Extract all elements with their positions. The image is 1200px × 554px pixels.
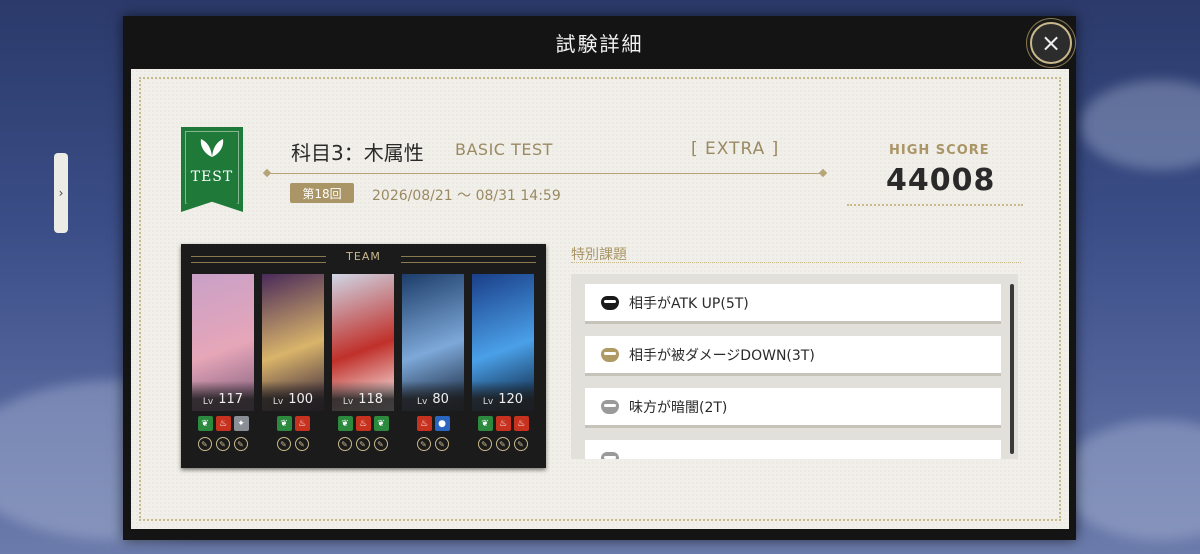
background-cloud (1060, 420, 1200, 540)
level-value: 80 (432, 392, 449, 407)
member-magic-slots: ✎ ✎ ✎ (197, 437, 248, 451)
team-member-card[interactable]: Lv 120 (472, 274, 534, 411)
side-expand-tab[interactable]: › (54, 153, 68, 233)
special-tasks-label: 特別課題 (571, 247, 627, 263)
member-magic-slots: ✎ ✎ (416, 437, 449, 451)
special-task-text: 相手がATK UP(5T) (629, 295, 749, 312)
element-icon: ♨ (215, 416, 231, 431)
member-magic-slots: ✎ ✎ ✎ (477, 437, 528, 451)
magic-pen-icon: ✎ (294, 437, 309, 451)
modal-title: 試験詳細 (555, 32, 644, 56)
member-level: Lv 120 (472, 381, 534, 411)
subject-subtitle: BASIC TEST (455, 140, 553, 159)
team-member-card[interactable]: Lv 118 (332, 274, 394, 411)
member-level: Lv 117 (192, 381, 254, 411)
special-task-item[interactable]: 味方が暗闇(2T) (585, 388, 1001, 428)
level-prefix: Lv (202, 397, 214, 407)
level-value: 117 (218, 392, 244, 407)
level-prefix: Lv (417, 397, 428, 407)
special-task-text: 味方が暗闇(2T) (629, 399, 728, 416)
subject-title: 科目3：木属性 (291, 141, 424, 165)
element-icon: ♨ (495, 416, 511, 431)
round-badge: 第18回 (290, 183, 354, 203)
member-level: Lv 100 (262, 381, 324, 411)
magic-pen-icon: ✎ (197, 437, 212, 451)
member-magic-slots: ✎ ✎ ✎ (337, 437, 388, 451)
special-tasks-divider (571, 262, 1021, 263)
magic-pen-icon: ✎ (416, 437, 431, 451)
chevron-right-icon: › (58, 186, 64, 200)
level-value: 118 (358, 392, 384, 407)
member-elements: ❦ ♨ ❦ (337, 416, 389, 431)
scrollbar[interactable] (1010, 284, 1014, 454)
magic-pen-icon: ✎ (215, 437, 230, 451)
magic-pen-icon: ✎ (355, 437, 370, 451)
team-member-card[interactable]: Lv 80 (402, 274, 464, 411)
close-icon: × (1040, 29, 1062, 57)
member-level: Lv 118 (332, 381, 394, 411)
team-panel[interactable]: TEAM Lv 117 ❦ ♨ ✦ ✎ ✎ ✎ Lv 100 ❦ ♨ ✎ ✎ Lv 118 ❦ ♨ ❦ ✎ ✎ ✎ Lv 80… (181, 244, 546, 468)
level-value: 120 (498, 392, 524, 407)
element-icon: ❦ (276, 416, 292, 431)
member-elements: ❦ ♨ ♨ (477, 416, 529, 431)
element-icon: ● (434, 416, 450, 431)
magic-pen-icon: ✎ (233, 437, 248, 451)
test-badge: TEST (181, 127, 243, 212)
high-score-divider (847, 204, 1023, 206)
high-score-label: HIGH SCORE (889, 143, 990, 158)
magic-pen-icon: ✎ (477, 437, 492, 451)
element-icon: ❦ (477, 416, 493, 431)
member-level: Lv 80 (402, 381, 464, 411)
team-member-card[interactable]: Lv 117 (192, 274, 254, 411)
special-task-item[interactable]: 相手がATK UP(5T) (585, 284, 1001, 324)
mask-icon (601, 451, 619, 459)
element-icon: ♨ (513, 416, 529, 431)
close-button[interactable]: × (1030, 22, 1072, 64)
element-icon: ♨ (294, 416, 310, 431)
element-icon: ♨ (416, 416, 432, 431)
level-prefix: Lv (482, 397, 494, 407)
mask-icon (601, 347, 619, 362)
element-icon: ✦ (233, 416, 249, 431)
magic-pen-icon: ✎ (337, 437, 352, 451)
element-icon: ❦ (373, 416, 389, 431)
magic-pen-icon: ✎ (513, 437, 528, 451)
magic-pen-icon: ✎ (434, 437, 449, 451)
exam-panel: TEST 科目3：木属性 BASIC TEST [ EXTRA ] 第18回 2… (131, 69, 1069, 529)
member-elements: ❦ ♨ ✦ (197, 416, 249, 431)
difficulty-label: [ EXTRA ] (691, 139, 780, 159)
background-cloud (1080, 80, 1200, 170)
element-icon: ♨ (355, 416, 371, 431)
title-divider (267, 173, 823, 174)
magic-pen-icon: ✎ (495, 437, 510, 451)
level-prefix: Lv (272, 397, 284, 407)
special-task-item[interactable] (585, 440, 1001, 459)
high-score-value: 44008 (886, 163, 996, 198)
special-task-item[interactable]: 相手が被ダメージDOWN(3T) (585, 336, 1001, 376)
element-icon: ❦ (337, 416, 353, 431)
member-elements: ❦ ♨ (276, 416, 310, 431)
special-tasks-list[interactable]: 相手がATK UP(5T) 相手が被ダメージDOWN(3T) 味方が暗闇(2T) (571, 274, 1018, 459)
exam-period: 2026/08/21 〜 08/31 14:59 (372, 188, 561, 204)
mask-icon (601, 399, 619, 414)
team-title: TEAM (346, 250, 381, 263)
element-icon: ❦ (197, 416, 213, 431)
mask-icon (601, 295, 619, 310)
special-task-text: 相手が被ダメージDOWN(3T) (629, 347, 815, 364)
magic-pen-icon: ✎ (373, 437, 388, 451)
member-elements: ♨ ● (416, 416, 450, 431)
team-member-card[interactable]: Lv 100 (262, 274, 324, 411)
level-prefix: Lv (342, 397, 354, 407)
member-magic-slots: ✎ ✎ (276, 437, 309, 451)
level-value: 100 (288, 392, 314, 407)
magic-pen-icon: ✎ (276, 437, 291, 451)
